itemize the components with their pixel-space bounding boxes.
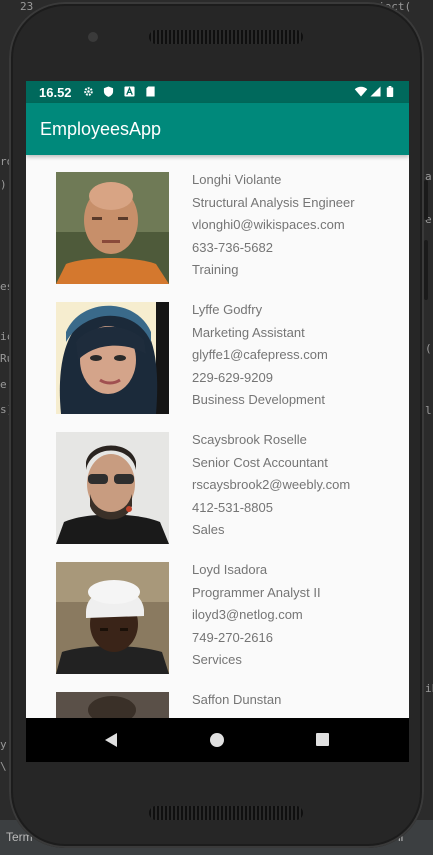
employee-email: vlonghi0@wikispaces.com [192,217,345,232]
recents-icon[interactable] [316,733,329,746]
employee-phone: 633-736-5682 [192,239,273,255]
shield-icon [103,86,114,97]
battery-icon [386,86,394,97]
list-item[interactable]: Loyd Isadora Programmer Analyst II iloyd… [26,545,409,675]
signal-icon [370,86,381,97]
employee-name: Lyffe Godfry [192,302,263,317]
power-button[interactable] [424,240,428,300]
employee-photo [56,562,169,674]
employee-phone: 229-629-9209 [192,369,273,385]
employee-photo [56,692,169,718]
status-time: 16.52 [39,85,72,100]
list-item[interactable]: Lyffe Godfry Marketing Assistant glyffe1… [26,285,409,415]
gear-icon [84,87,93,96]
employee-department: Services [192,652,242,667]
ide-fragment: ih [425,682,433,695]
ide-fragment: \ [0,760,7,773]
employee-info: Lyffe Godfry Marketing Assistant glyffe1… [192,302,328,415]
navigation-bar [26,718,409,762]
ide-fragment: l [425,404,432,417]
bottom-speaker [149,806,303,820]
ide-fragment: ( [425,342,432,355]
device-screen: 16.52 EmployeesApp Longhi Violante Struc… [26,81,409,762]
employee-photo [56,172,169,284]
employee-department: Business Development [192,392,325,407]
employee-name: Scaysbrook Roselle [192,432,307,447]
employee-photo [56,432,169,544]
employee-name: Saffon Dunstan [192,692,282,707]
back-icon[interactable] [105,733,117,747]
employee-department: Training [192,262,239,277]
ide-fragment: 23 [20,0,34,13]
employee-title: Structural Analysis Engineer [192,194,355,210]
employee-email: glyffe1@cafepress.com [192,347,328,362]
employee-info: Longhi Violante Structural Analysis Engi… [192,172,355,285]
list-item[interactable]: Scaysbrook Roselle Senior Cost Accountan… [26,415,409,545]
employee-title: Programmer Analyst II [192,584,321,600]
ide-fragment: ) [0,178,7,191]
top-speaker [149,30,303,44]
employee-title: Senior Cost Accountant [192,454,328,470]
ide-fragment: y [0,738,7,751]
sdcard-icon [146,86,155,97]
home-icon[interactable] [210,733,224,747]
list-item[interactable]: Longhi Violante Structural Analysis Engi… [26,155,409,285]
employee-info: Scaysbrook Roselle Senior Cost Accountan… [192,432,350,545]
employee-department: Sales [192,522,225,537]
volume-button[interactable] [424,180,428,220]
ide-fragment: e [0,378,7,391]
employee-title: Marketing Assistant [192,324,305,340]
employee-email: rscaysbrook2@weebly.com [192,477,351,492]
wifi-icon [354,86,368,97]
employee-photo [56,302,169,414]
employee-name: Loyd Isadora [192,562,268,577]
front-camera [88,32,98,42]
employee-email: iloyd3@netlog.com [192,607,303,622]
employee-phone: 749-270-2616 [192,629,273,645]
status-bar: 16.52 [26,81,409,103]
app-bar: EmployeesApp [26,103,409,155]
a-icon [124,86,135,97]
employee-info: Saffon Dunstan [192,692,281,715]
employee-info: Loyd Isadora Programmer Analyst II iloyd… [192,562,321,675]
employee-list[interactable]: Longhi Violante Structural Analysis Engi… [26,155,409,718]
list-item[interactable]: Saffon Dunstan [26,675,409,718]
employee-name: Longhi Violante [192,172,282,187]
app-title: EmployeesApp [40,119,162,139]
employee-phone: 412-531-8805 [192,499,273,515]
